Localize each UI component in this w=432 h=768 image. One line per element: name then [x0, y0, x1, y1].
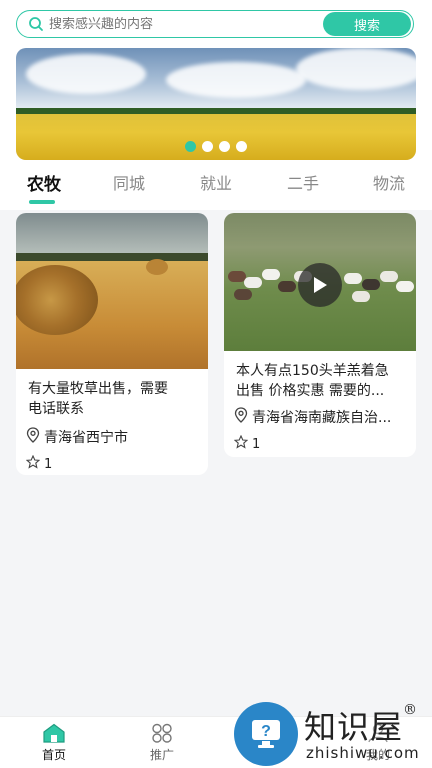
- category-tabs: 农牧 同城 就业 二手 物流: [0, 170, 432, 206]
- watermark-logo: ? 知识屋® zhishiwu.com: [234, 698, 430, 768]
- star-icon: [233, 434, 249, 453]
- tab-tongcheng[interactable]: 同城: [113, 170, 145, 194]
- post-image: [16, 213, 208, 369]
- search-button[interactable]: 搜索: [323, 12, 411, 36]
- search-input[interactable]: [49, 16, 323, 32]
- tab-wuliu[interactable]: 物流: [373, 170, 405, 194]
- location-pin-icon: [26, 427, 40, 447]
- carousel-dot-2[interactable]: [202, 141, 213, 152]
- carousel-dot-4[interactable]: [236, 141, 247, 152]
- carousel-dot-3[interactable]: [219, 141, 230, 152]
- post-title: 有大量牧草出售，需要 电话联系: [28, 381, 168, 417]
- location-pin-icon: [234, 407, 248, 427]
- post-location: 青海省西宁市: [16, 427, 208, 447]
- post-likes[interactable]: 1: [224, 434, 416, 453]
- post-location: 青海省海南藏族自治...: [224, 407, 416, 427]
- banner-cloud: [166, 62, 306, 98]
- nav-home[interactable]: 首页: [24, 723, 84, 763]
- carousel-dots: [16, 141, 416, 152]
- post-card[interactable]: 本人有点150头羊羔着急 出售 价格实惠 需要的... 青海省海南藏族自治...…: [224, 213, 416, 457]
- banner-cloud: [296, 48, 416, 90]
- top-panel: 搜索 农牧 同城 就业 二手 物流: [0, 0, 432, 210]
- post-likes[interactable]: 1: [16, 454, 208, 473]
- search-icon: [23, 11, 49, 37]
- banner-cloud: [26, 54, 146, 94]
- tab-jiuye[interactable]: 就业: [200, 170, 232, 194]
- watermark-subtitle: zhishiwu.com: [306, 744, 420, 762]
- nav-promote[interactable]: 推广: [132, 723, 192, 763]
- search-bar[interactable]: 搜索: [16, 10, 414, 38]
- grid-icon: [150, 723, 174, 746]
- home-icon: [41, 723, 67, 746]
- post-title: 本人有点150头羊羔着急 出售 价格实惠 需要的...: [236, 363, 389, 399]
- post-video-thumbnail: [224, 213, 416, 351]
- watermark-title: 知识屋®: [304, 702, 419, 746]
- play-button-icon[interactable]: [298, 263, 342, 307]
- tab-nongmu[interactable]: 农牧: [27, 170, 61, 195]
- help-monitor-icon: ?: [234, 702, 298, 766]
- banner-field: [16, 114, 416, 160]
- banner-carousel[interactable]: [16, 48, 416, 160]
- post-card[interactable]: 有大量牧草出售，需要 电话联系 青海省西宁市 1: [16, 213, 208, 475]
- carousel-dot-1[interactable]: [185, 141, 196, 152]
- tab-ershou[interactable]: 二手: [287, 170, 319, 194]
- star-icon: [25, 454, 41, 473]
- svg-text:?: ?: [261, 723, 271, 740]
- active-tab-indicator: [29, 200, 55, 204]
